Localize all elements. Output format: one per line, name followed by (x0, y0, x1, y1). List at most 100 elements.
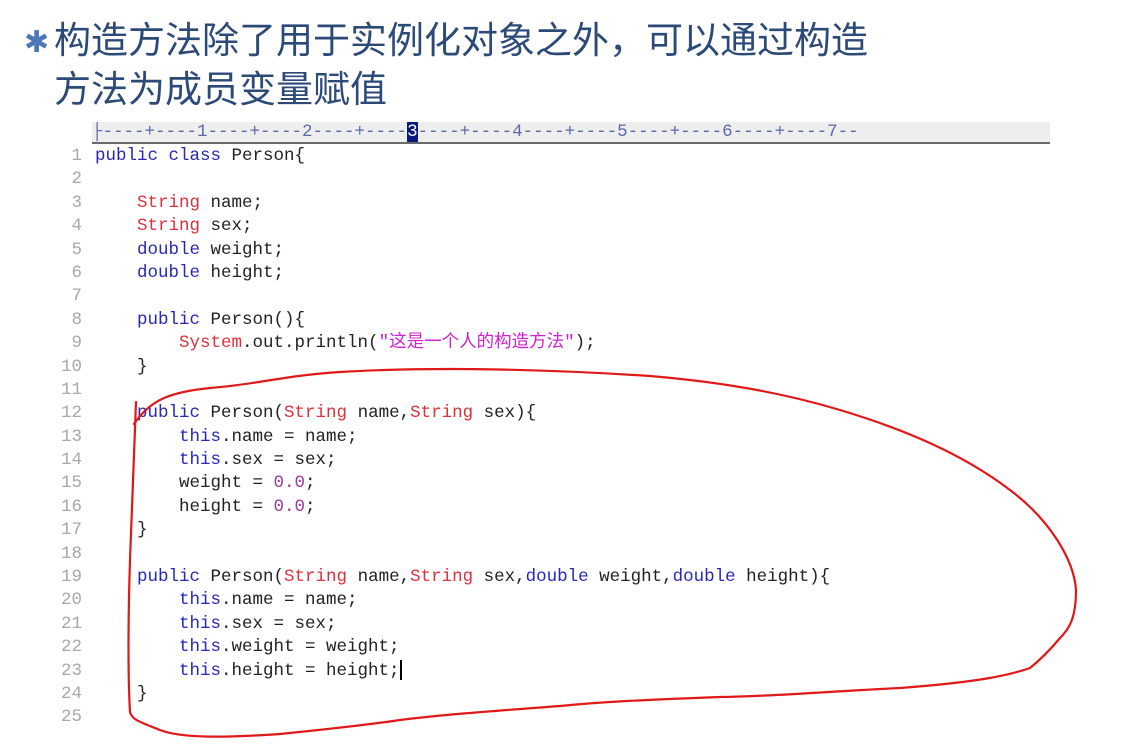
code-text: sex, (473, 567, 526, 588)
code-text: Person(){ (200, 309, 306, 330)
code-editor[interactable]: ├----+----1----+----2----+----3----+----… (56, 122, 1050, 744)
line-number: 18 (60, 543, 82, 564)
code-text: Person( (200, 567, 285, 588)
keyword-token: this (179, 426, 222, 447)
code-line[interactable]: 19 public Person(String name,String sex,… (56, 566, 1050, 589)
code-line[interactable]: 14 this.sex = sex; (56, 449, 1050, 472)
code-line[interactable]: 22 this.weight = weight; (56, 636, 1050, 659)
type-token: System (179, 333, 243, 354)
code-text: sex){ (473, 403, 537, 424)
title-line-1: 构造方法除了用于实例化对象之外，可以通过构造 (54, 19, 868, 62)
line-number: 7 (71, 286, 82, 307)
code-text: height; (200, 262, 285, 283)
code-text: weight = (95, 473, 274, 494)
line-number: 1 (71, 146, 82, 166)
code-text: weight; (200, 239, 285, 260)
keyword-token: public class (95, 146, 232, 166)
asterisk-bullet-icon: ✱ (24, 25, 50, 60)
line-number: 23 (60, 660, 82, 681)
line-number: 21 (60, 613, 82, 634)
code-line[interactable]: 23 this.height = height; (56, 659, 1050, 683)
line-number: 19 (60, 567, 82, 588)
code-line[interactable]: 17 } (56, 519, 1050, 542)
keyword-token: this (179, 660, 222, 681)
code-line[interactable]: 24 } (56, 683, 1050, 706)
type-token: String (410, 567, 474, 588)
line-number: 12 (60, 403, 82, 424)
string-literal: "这是一个人的构造方法" (378, 333, 575, 354)
line-number: 16 (60, 496, 82, 517)
code-line[interactable]: 1 public class Person{ (56, 145, 1050, 168)
line-number: 3 (71, 192, 82, 213)
code-line[interactable]: 8 public Person(){ (56, 309, 1050, 332)
title-line-2: 方法为成员变量赋值 (54, 68, 387, 111)
line-number: 15 (60, 473, 82, 494)
type-token: String (284, 567, 348, 588)
code-line[interactable]: 12 public Person(String name,String sex)… (56, 402, 1050, 425)
code-line[interactable]: 3 String name; (56, 192, 1050, 215)
code-line[interactable]: 7 (56, 285, 1050, 308)
code-line[interactable]: 10 } (56, 356, 1050, 379)
code-text: sex; (200, 216, 253, 237)
code-text: } (95, 356, 148, 377)
type-token: String (137, 192, 201, 213)
code-text: ; (305, 496, 316, 517)
line-number: 10 (60, 356, 82, 377)
line-number: 22 (60, 637, 82, 658)
code-line[interactable]: 20 this.name = name; (56, 589, 1050, 612)
number-literal: 0.0 (273, 496, 306, 517)
code-line[interactable]: 4 String sex; (56, 215, 1050, 238)
code-line[interactable]: 5 double weight; (56, 239, 1050, 262)
code-text: height){ (735, 567, 831, 588)
code-text: name; (200, 192, 264, 213)
code-line[interactable]: 13 this.name = name; (56, 426, 1050, 449)
code-line[interactable]: 9 System.out.println("这是一个人的构造方法"); (56, 332, 1050, 355)
keyword-token: this (179, 590, 222, 611)
line-number: 17 (60, 520, 82, 541)
type-token: String (137, 216, 201, 237)
line-number: 4 (71, 216, 82, 237)
keyword-token: this (179, 613, 222, 634)
code-text: .out.println( (242, 333, 379, 354)
keyword-token: public (137, 309, 201, 330)
keyword-token: this (179, 450, 222, 471)
code-text: name, (347, 403, 411, 424)
text-cursor (399, 659, 402, 680)
line-number: 11 (60, 379, 82, 400)
ruler-after: ----+----4----+----5----+----6----+----7… (417, 122, 859, 142)
keyword-token: public (137, 403, 201, 424)
keyword-token: public (137, 567, 201, 588)
code-line[interactable]: 21 this.sex = sex; (56, 613, 1050, 636)
line-number: 25 (60, 707, 82, 728)
line-number: 13 (60, 426, 82, 447)
keyword-token: double (672, 567, 736, 588)
keyword-token: double (137, 262, 201, 283)
code-line[interactable]: 16 height = 0.0; (56, 496, 1050, 519)
code-text: Person{ (231, 146, 306, 166)
type-token: String (284, 403, 348, 424)
line-number: 6 (71, 262, 82, 283)
code-area[interactable]: 1 public class Person{2 3 String name; 4 St… (56, 145, 1050, 730)
line-number: 5 (71, 239, 82, 260)
code-line[interactable]: 11 (56, 379, 1050, 402)
code-line[interactable]: 2 (56, 168, 1050, 191)
number-literal: 0.0 (273, 473, 306, 494)
code-line[interactable]: 25 (56, 706, 1050, 729)
code-line[interactable]: 15 weight = 0.0; (56, 472, 1050, 495)
code-text: .weight = weight; (221, 637, 400, 658)
code-text: Person( (200, 403, 285, 424)
line-number: 8 (71, 309, 82, 330)
line-number: 2 (71, 169, 82, 190)
code-line[interactable]: 18 (56, 543, 1050, 566)
code-line[interactable]: 6 double height; (56, 262, 1050, 285)
